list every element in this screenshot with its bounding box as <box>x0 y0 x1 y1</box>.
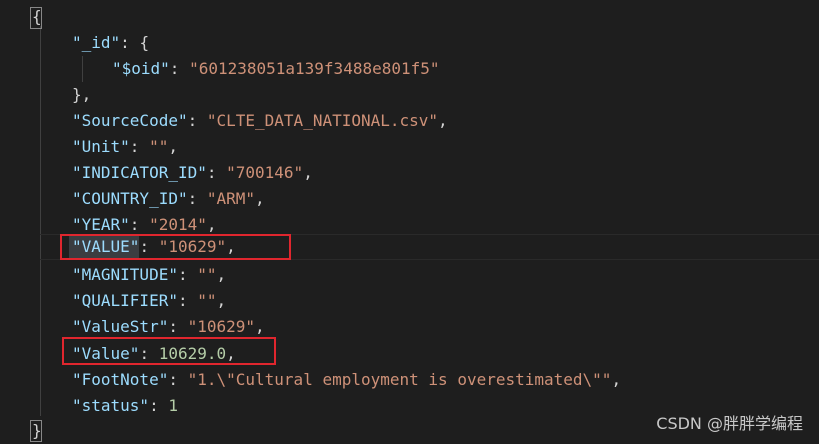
json-key-id: "_id" <box>72 33 121 52</box>
json-key-footnote: "FootNote" <box>72 370 169 389</box>
code-line-17: } <box>32 418 42 444</box>
json-value-indicator-id: "700146" <box>226 163 304 182</box>
id-close-brace: }, <box>72 85 92 104</box>
json-value-qualifier: "" <box>197 291 217 310</box>
json-value-unit: "" <box>149 137 169 156</box>
watermark: CSDN @胖胖学编程 <box>656 414 803 433</box>
open-brace: { <box>32 7 42 26</box>
close-brace: } <box>32 421 42 440</box>
json-value-oid: "601238051a139f3488e801f5" <box>189 59 440 78</box>
code-line-7: "INDICATOR_ID": "700146", <box>72 163 313 182</box>
code-line-16: "status": 1 <box>72 396 178 415</box>
json-key-unit: "Unit" <box>72 137 130 156</box>
json-value-footnote: "1.\"Cultural employment is overestimate… <box>187 370 612 389</box>
json-key-indicator-id: "INDICATOR_ID" <box>72 163 207 182</box>
code-line-3: "$oid": "601238051a139f3488e801f5" <box>112 59 440 78</box>
json-key-status: "status" <box>72 396 150 415</box>
id-open-brace: { <box>139 33 150 52</box>
code-line-1: { <box>32 4 42 30</box>
json-value-year: "2014" <box>149 215 207 234</box>
code-line-8: "COUNTRY_ID": "ARM", <box>72 189 265 208</box>
code-line-2: "_id": { <box>72 33 150 52</box>
json-key-country-id: "COUNTRY_ID" <box>72 189 188 208</box>
json-key-sourcecode: "SourceCode" <box>72 111 188 130</box>
json-key-qualifier: "QUALIFIER" <box>72 291 178 310</box>
json-value-country-id: "ARM" <box>206 189 256 208</box>
json-value-valuestr: "10629" <box>187 317 256 336</box>
code-line-6: "Unit": "", <box>72 137 178 156</box>
code-line-5: "SourceCode": "CLTE_DATA_NATIONAL.csv", <box>72 111 448 130</box>
json-value-sourcecode: "CLTE_DATA_NATIONAL.csv" <box>206 111 439 130</box>
indent-guide <box>40 26 41 416</box>
json-key-valuestr: "ValueStr" <box>72 317 169 336</box>
indent-guide-nested <box>82 56 83 82</box>
json-key-magnitude: "MAGNITUDE" <box>72 265 178 284</box>
code-line-12: "QUALIFIER": "", <box>72 291 227 310</box>
code-editor[interactable]: { "_id": { "$oid": "601238051a139f3488e8… <box>0 0 819 444</box>
highlight-box-value <box>62 337 276 365</box>
code-line-4: }, <box>72 82 91 108</box>
highlight-box-value-upper <box>60 234 291 260</box>
code-line-11: "MAGNITUDE": "", <box>72 265 227 284</box>
json-value-status: 1 <box>168 396 178 415</box>
json-value-magnitude: "" <box>197 265 217 284</box>
code-line-15: "FootNote": "1.\"Cultural employment is … <box>72 370 622 389</box>
json-key-year: "YEAR" <box>72 215 130 234</box>
json-key-oid: "$oid" <box>112 59 170 78</box>
